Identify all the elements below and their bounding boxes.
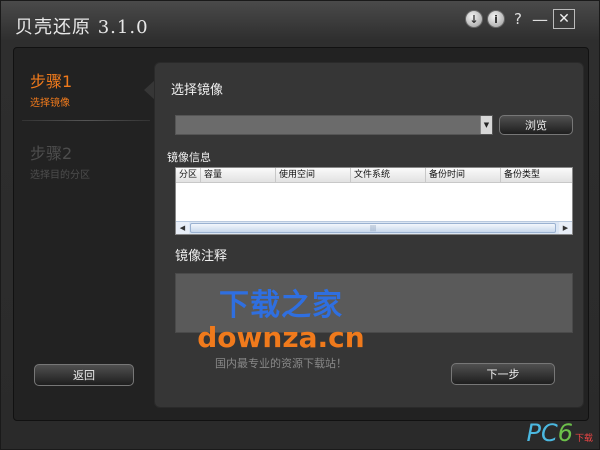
step-1: 步骤1 选择镜像 xyxy=(30,68,72,109)
minimize-icon[interactable]: — xyxy=(531,10,549,29)
column-header[interactable]: 备份时间 xyxy=(426,168,501,182)
back-button[interactable]: 返回 xyxy=(34,364,134,386)
sidebar: 步骤1 选择镜像 步骤2 选择目的分区 返回 xyxy=(14,48,154,420)
column-header[interactable]: 容量 xyxy=(201,168,276,182)
step-1-subtitle: 选择镜像 xyxy=(30,98,70,109)
column-header[interactable]: 分区 xyxy=(176,168,201,182)
step-2-title: 步骤2 xyxy=(30,144,73,163)
table-header: 分区 容量 使用空间 文件系统 备份时间 备份类型 xyxy=(176,168,572,183)
pc6-logo: PC6 xyxy=(526,419,573,447)
step-2-subtitle: 选择目的分区 xyxy=(30,170,90,181)
dropdown-arrow-icon[interactable]: ▼ xyxy=(480,116,492,134)
next-button[interactable]: 下一步 xyxy=(451,363,555,385)
titlebar-controls: ↓ i ? — ✕ xyxy=(465,9,575,29)
pc6-logo-sub: 下载 xyxy=(574,434,593,444)
corner-logo: PC6 下载 xyxy=(526,421,593,445)
step-2: 步骤2 选择目的分区 xyxy=(30,140,90,181)
main-window: 贝壳还原 3.1.0 ↓ i ? — ✕ 步骤1 选择镜像 步骤2 选择目的分区… xyxy=(0,0,600,450)
column-header[interactable]: 备份类型 xyxy=(501,168,572,182)
horizontal-scrollbar[interactable]: ◀ ||| ▶ xyxy=(176,221,572,234)
help-icon[interactable]: ? xyxy=(509,10,527,28)
step-1-title: 步骤1 xyxy=(30,72,73,91)
update-icon[interactable]: ↓ xyxy=(465,10,483,28)
image-note-title: 镜像注释 xyxy=(175,249,228,264)
column-header[interactable]: 使用空间 xyxy=(276,168,351,182)
scrollbar-thumb[interactable]: ||| xyxy=(190,223,556,233)
scroll-right-icon[interactable]: ▶ xyxy=(559,222,572,234)
watermark: 下载之家 downza.cn 国内最专业的资源下载站！ xyxy=(196,289,366,371)
title-bar[interactable]: 贝壳还原 3.1.0 ↓ i ? — ✕ xyxy=(1,1,600,45)
select-image-title: 选择镜像 xyxy=(171,83,224,98)
watermark-en: downza.cn xyxy=(197,321,365,354)
image-info-table[interactable]: 分区 容量 使用空间 文件系统 备份时间 备份类型 ◀ ||| ▶ xyxy=(175,167,573,235)
image-path-combo[interactable]: ▼ xyxy=(175,115,493,135)
watermark-tagline: 国内最专业的资源下载站！ xyxy=(215,357,347,370)
window-title: 贝壳还原 3.1.0 xyxy=(15,17,149,38)
browse-button[interactable]: 浏览 xyxy=(499,115,573,135)
close-icon[interactable]: ✕ xyxy=(553,9,575,29)
column-header[interactable]: 文件系统 xyxy=(351,168,426,182)
watermark-cn: 下载之家 xyxy=(219,288,343,323)
scroll-left-icon[interactable]: ◀ xyxy=(176,222,189,234)
image-info-title: 镜像信息 xyxy=(167,151,211,164)
info-icon[interactable]: i xyxy=(487,10,505,28)
step-divider xyxy=(22,120,150,121)
